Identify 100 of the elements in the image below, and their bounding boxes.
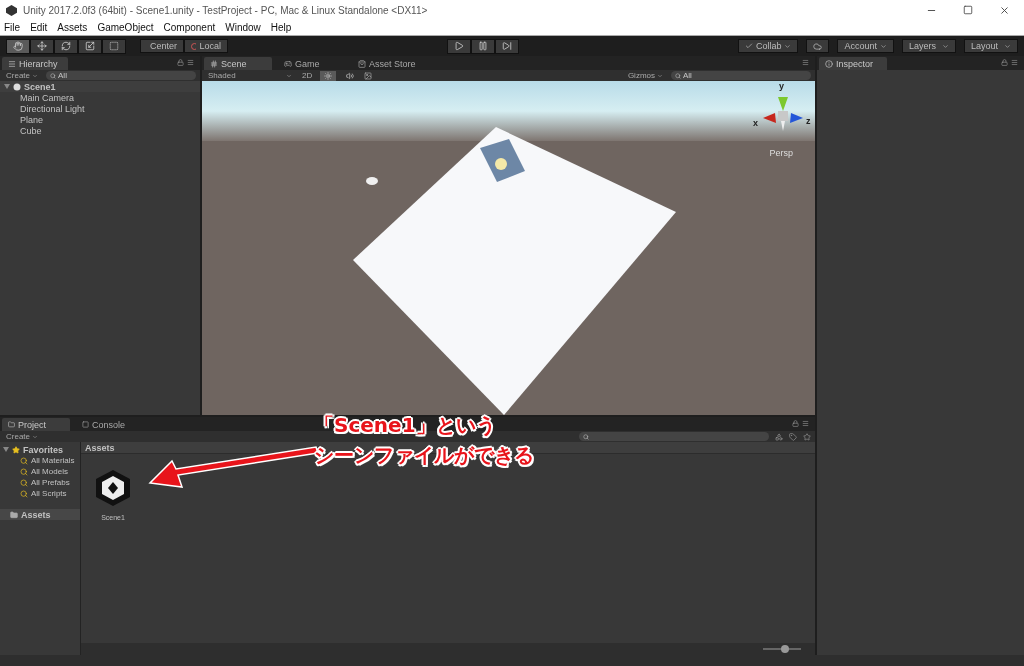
tool-button[interactable]: [6, 38, 30, 54]
mode-2d-button[interactable]: 2D: [300, 71, 315, 80]
menu-item[interactable]: Assets: [57, 22, 88, 33]
search-icon: [50, 72, 56, 79]
panel-tab[interactable]: Scene: [204, 57, 272, 70]
menu-item[interactable]: Help: [270, 22, 292, 33]
favorite-item[interactable]: All Models: [31, 467, 68, 476]
panel-tab[interactable]: Project: [2, 418, 70, 431]
panel-menu-icon[interactable]: [802, 419, 809, 427]
caret-icon: [657, 72, 663, 79]
lock-icon[interactable]: [177, 58, 184, 66]
step-button[interactable]: [495, 38, 519, 54]
menu-item[interactable]: Component: [163, 22, 216, 33]
caret-icon: [942, 42, 949, 50]
panel-menu-icon[interactable]: [187, 58, 194, 66]
store-tab-icon: [358, 59, 366, 68]
tool-button[interactable]: [78, 38, 102, 54]
axis-label: y: [779, 82, 784, 91]
search-field[interactable]: All: [671, 71, 811, 80]
search-icon: [20, 467, 28, 476]
list-icon: [8, 59, 16, 68]
favorite-item[interactable]: All Scripts: [31, 489, 67, 498]
scale-tool-icon: [85, 41, 95, 51]
scene-icon: [13, 82, 21, 91]
menu-item[interactable]: Edit: [30, 22, 48, 33]
favorite-item[interactable]: All Prefabs: [31, 478, 70, 487]
search-icon: [20, 478, 28, 487]
search-field[interactable]: All: [46, 71, 196, 80]
gizmos-dropdown[interactable]: Gizmos: [625, 71, 665, 80]
pause-icon: [478, 41, 488, 51]
rotate-tool-icon: [61, 41, 71, 51]
rect-tool-icon: [109, 41, 119, 51]
game-tab-icon: [284, 59, 292, 68]
search-icon: [583, 433, 589, 440]
window-title: Unity 2017.2.0f3 (64bit) - Scene1.unity - TestProject - PC, Mac & Linux Standalone <DX11>: [23, 4, 428, 16]
dropdown-button[interactable]: Layers: [902, 39, 956, 53]
close-icon[interactable]: [999, 4, 1010, 16]
menu-item[interactable]: GameObject: [97, 22, 154, 33]
annotation-text: シーンファイルができる: [314, 442, 534, 469]
hierarchy-item[interactable]: Main Camera: [20, 92, 75, 103]
maximize-icon[interactable]: [963, 4, 973, 15]
panel-menu-icon[interactable]: [1011, 58, 1018, 66]
annotation-text: 「Scene1」という: [314, 412, 497, 439]
caret-icon: [784, 42, 792, 50]
slider-thumb[interactable]: [781, 645, 790, 653]
folder-icon: [8, 421, 15, 428]
menu-item[interactable]: Window: [225, 22, 261, 33]
panel-tab[interactable]: Console: [76, 418, 144, 431]
collab-button[interactable]: Collab: [737, 39, 799, 53]
hand-tool-icon: [13, 41, 23, 51]
favorites-label[interactable]: Favorites: [23, 444, 64, 455]
cloud-button[interactable]: [806, 39, 830, 53]
pivot-toggle-button[interactable]: Local: [184, 39, 228, 53]
play-button[interactable]: [447, 38, 471, 54]
dropdown-button[interactable]: Account: [837, 39, 894, 53]
folder-label[interactable]: Assets: [21, 509, 51, 520]
lighting-toggle[interactable]: [320, 70, 337, 81]
lock-icon[interactable]: [792, 419, 799, 427]
pivot-toggle-button[interactable]: Center: [140, 39, 184, 53]
tool-button[interactable]: [102, 38, 126, 54]
caret-icon: [32, 72, 38, 79]
hierarchy-item[interactable]: Directional Light: [20, 103, 85, 114]
caret-icon: [1004, 42, 1011, 50]
caret-icon: [286, 72, 292, 79]
hierarchy-item[interactable]: Plane: [20, 114, 44, 125]
play-icon: [454, 41, 464, 51]
cloud-icon: [813, 41, 823, 51]
projection-label[interactable]: Persp: [769, 148, 793, 158]
axis-label: x: [753, 119, 758, 128]
panel-tab[interactable]: Game: [278, 57, 346, 70]
scene-label[interactable]: Scene1: [24, 81, 56, 92]
filter-type-icon[interactable]: [775, 432, 783, 441]
pause-button[interactable]: [471, 38, 495, 54]
app-logo-icon: [6, 4, 17, 16]
star-icon: [12, 445, 20, 454]
search-icon: [20, 489, 28, 498]
favorite-item[interactable]: All Materials: [31, 456, 75, 465]
dropdown-button[interactable]: Layout: [964, 39, 1018, 53]
tag-icon[interactable]: [789, 432, 797, 441]
info-icon: [825, 59, 833, 68]
console-icon: [82, 421, 89, 428]
panel-menu-icon[interactable]: [802, 58, 809, 66]
tool-button[interactable]: [54, 38, 78, 54]
tool-button[interactable]: [30, 38, 54, 54]
caret-icon: [32, 433, 38, 440]
create-dropdown[interactable]: Create: [4, 71, 40, 80]
caret-icon: [880, 42, 887, 50]
folder-row[interactable]: Assets: [0, 509, 80, 520]
create-dropdown[interactable]: Create: [4, 432, 40, 441]
effects-icon[interactable]: [364, 71, 373, 80]
panel-tab[interactable]: Hierarchy: [2, 57, 68, 70]
hierarchy-item[interactable]: Cube: [20, 125, 42, 136]
panel-tab[interactable]: Inspector: [819, 57, 887, 70]
breadcrumb[interactable]: Assets: [85, 442, 115, 453]
star-icon[interactable]: [803, 432, 811, 441]
search-field[interactable]: [579, 432, 769, 441]
shading-dropdown[interactable]: Shaded: [206, 71, 294, 80]
menu-item[interactable]: File: [4, 22, 21, 33]
panel-tab[interactable]: Asset Store: [352, 57, 422, 70]
lock-icon[interactable]: [1001, 58, 1008, 66]
